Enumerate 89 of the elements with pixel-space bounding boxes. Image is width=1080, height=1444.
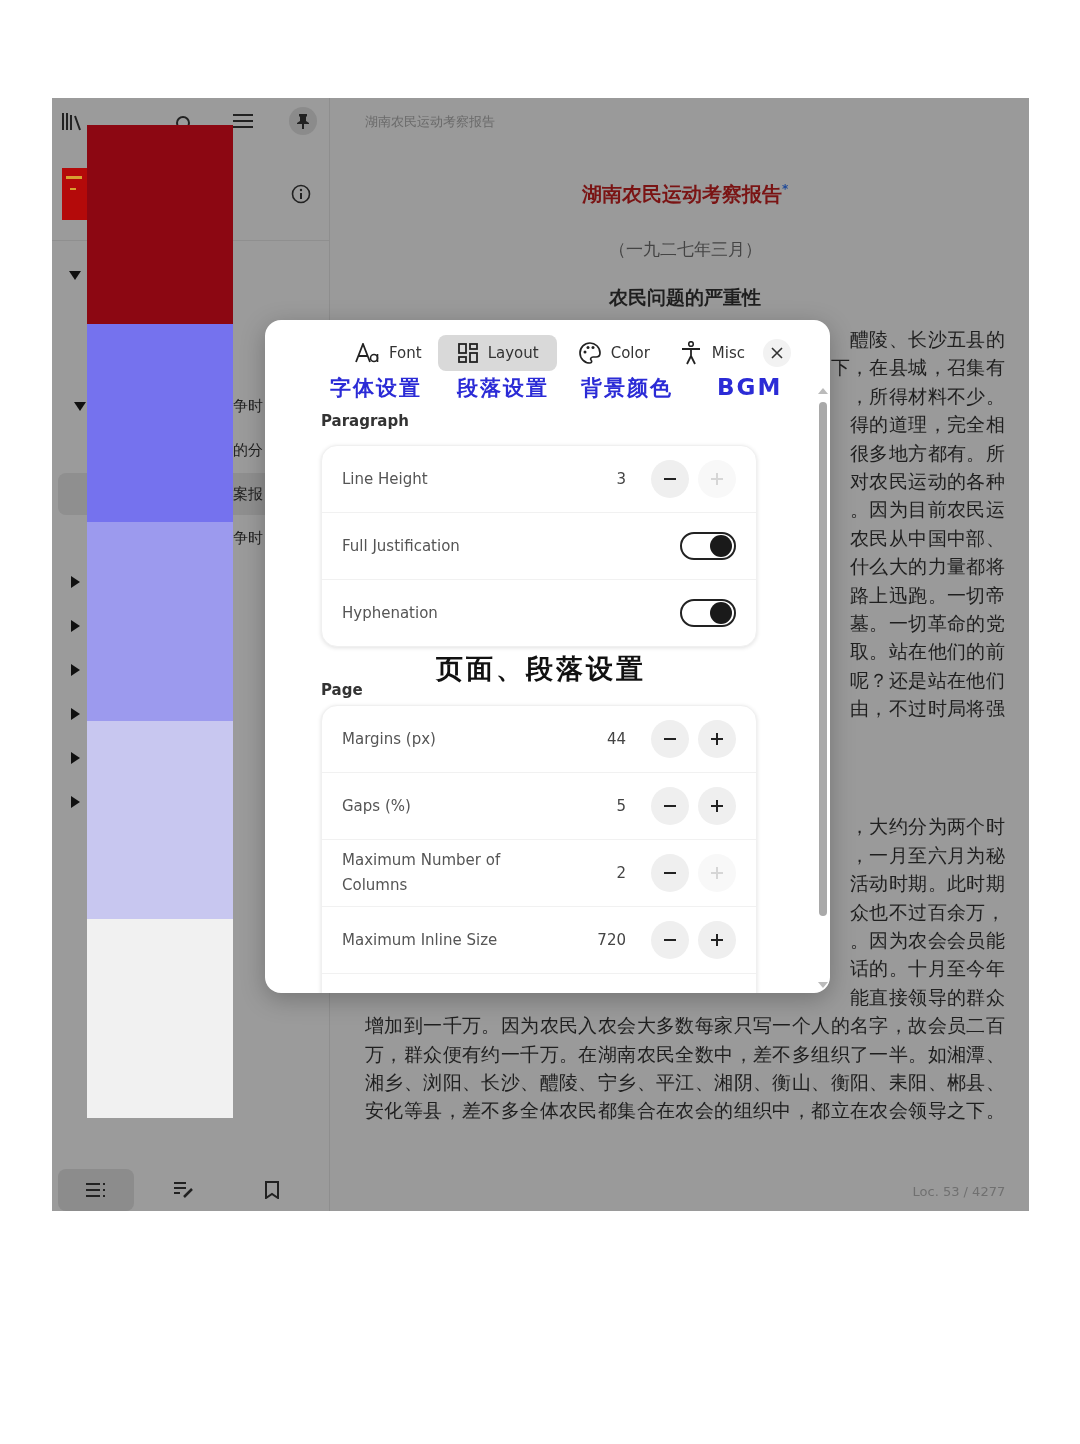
setting-value: 5 — [615, 797, 626, 815]
toggle-switch[interactable] — [680, 599, 736, 627]
plus-icon — [710, 732, 724, 746]
setting-label: Gaps (%) — [342, 795, 412, 817]
settings-tab[interactable]: Layout — [437, 335, 557, 371]
chapter-title: 湖南农民运动考察报告$^{*}$ — [580, 181, 790, 208]
settings-tab[interactable]: Misc — [669, 335, 755, 371]
pin-icon — [296, 113, 310, 129]
font-icon — [355, 343, 379, 363]
books-icon[interactable] — [61, 110, 83, 132]
text-line: 话的。十月至今年 — [850, 958, 1006, 980]
text-line: ，大约分为两个时 — [850, 816, 1006, 838]
section-heading: 农民问题的严重性 — [608, 285, 763, 310]
pin-button[interactable] — [289, 107, 317, 135]
close-icon — [771, 347, 783, 359]
increase-button[interactable] — [698, 720, 736, 758]
plus-icon — [710, 472, 724, 486]
settings-tab[interactable]: Font — [345, 335, 432, 371]
contents-tab[interactable] — [58, 1168, 134, 1211]
annotation-label: 字体设置 — [330, 375, 422, 402]
setting-label: Margins (px) — [342, 728, 437, 750]
toc-item[interactable]: 争时 — [233, 528, 263, 548]
toggle-switch[interactable] — [680, 532, 736, 560]
list-icon — [86, 1182, 106, 1197]
collapsed-arrow-icon[interactable] — [69, 796, 81, 808]
section-title: Paragraph — [321, 412, 409, 430]
text-line: 。因为农会会员能 — [850, 930, 1006, 952]
chapter-date: （一九二七年三月） — [607, 238, 763, 261]
setting-label: Maximum Number of Columns — [342, 850, 502, 896]
text-line: 很多地方都有。所 — [850, 442, 1006, 464]
text-line: 农民从中国中部、 — [850, 527, 1006, 549]
scrollbar[interactable] — [817, 388, 829, 988]
text-line: 路上迅跑。一切帝 — [850, 584, 1006, 606]
close-button[interactable] — [763, 339, 791, 367]
increase-button[interactable] — [698, 787, 736, 825]
setting-value: 720 — [596, 931, 626, 949]
text-line: 下，在县城，召集有 — [830, 357, 1006, 379]
text-line: 活动时期。此时期 — [850, 873, 1006, 895]
setting-value: 2 — [615, 864, 626, 882]
text-line: 得的道理，完全相 — [850, 414, 1006, 436]
text-line: 什么大的力量都将 — [850, 556, 1006, 578]
increase-button[interactable] — [698, 921, 736, 959]
expanded-arrow-icon[interactable] — [69, 269, 81, 281]
text-line: 万，群众便有约一千万。在湖南农民全数中，差不多组织了一半。如湘潭、 — [365, 1043, 1006, 1065]
setting-value: 3 — [615, 470, 626, 488]
text-line: 安化等县，差不多全体农民都集合在农会的组织中，都立在农会领导之下。 — [365, 1100, 1006, 1122]
menu-icon[interactable] — [233, 113, 253, 129]
setting-value: 44 — [605, 730, 626, 748]
collapsed-arrow-icon[interactable] — [69, 664, 81, 676]
text-line: 取。站在他们的前 — [850, 641, 1006, 663]
bookmark-icon — [265, 1180, 279, 1199]
toc-item[interactable]: 的分 — [233, 440, 263, 460]
text-line: 醴陵、长沙五县的 — [850, 329, 1006, 350]
settings-tab[interactable]: Color — [568, 335, 660, 371]
annotation-label: 页面、段落设置 — [436, 652, 646, 686]
toc-item[interactable]: 争时 — [233, 396, 263, 416]
palette-icon — [578, 342, 601, 364]
setting-label: Line Height — [342, 468, 429, 490]
info-icon[interactable] — [291, 184, 311, 204]
setting-label: Full Justification — [342, 535, 461, 557]
text-line: 对农民运动的各种 — [850, 470, 1006, 492]
collapsed-arrow-icon[interactable] — [69, 620, 81, 632]
plus-icon — [710, 799, 724, 813]
annotation-label: BGM — [717, 374, 783, 400]
plus-icon — [710, 933, 724, 947]
selection-highlight — [58, 473, 87, 515]
annotation-label: 背景颜色 — [581, 375, 673, 402]
edit-list-icon — [174, 1181, 194, 1198]
section-title: Page — [321, 681, 363, 699]
collapsed-arrow-icon[interactable] — [69, 576, 81, 588]
setting-label: Maximum Inline Size — [342, 929, 499, 951]
grid-icon — [457, 343, 478, 363]
setting-label: Hyphenation — [342, 602, 439, 624]
expanded-arrow-icon[interactable] — [74, 400, 86, 412]
text-line: 增加到一千万。因为农民入农会大多数每家只写一个人的名字，故会员二百 — [365, 1015, 1006, 1037]
text-line: 墓。一切革命的党 — [850, 612, 1006, 634]
text-line: 能直接领导的群众 — [850, 986, 1006, 1008]
accessibility-icon — [679, 341, 702, 365]
text-line: 湘乡、浏阳、长沙、醴陵、宁乡、平江、湘阴、衡山、衡阳、耒阳、郴县、 — [365, 1072, 1006, 1093]
text-line: ，一月至六月为秘 — [850, 844, 1006, 866]
text-line: 众也不过百余万， — [850, 901, 1006, 923]
text-line: 。因为目前农民运 — [850, 499, 1006, 521]
text-line: ，所得材料不少。 — [850, 385, 1006, 407]
collapsed-arrow-icon[interactable] — [69, 752, 81, 764]
text-line: 呢？还是站在他们 — [850, 669, 1006, 691]
annotation-label: 段落设置 — [457, 375, 549, 402]
collapsed-arrow-icon[interactable] — [69, 708, 81, 720]
text-line: 由，不过时局将强 — [850, 698, 1006, 720]
plus-icon — [710, 866, 724, 880]
